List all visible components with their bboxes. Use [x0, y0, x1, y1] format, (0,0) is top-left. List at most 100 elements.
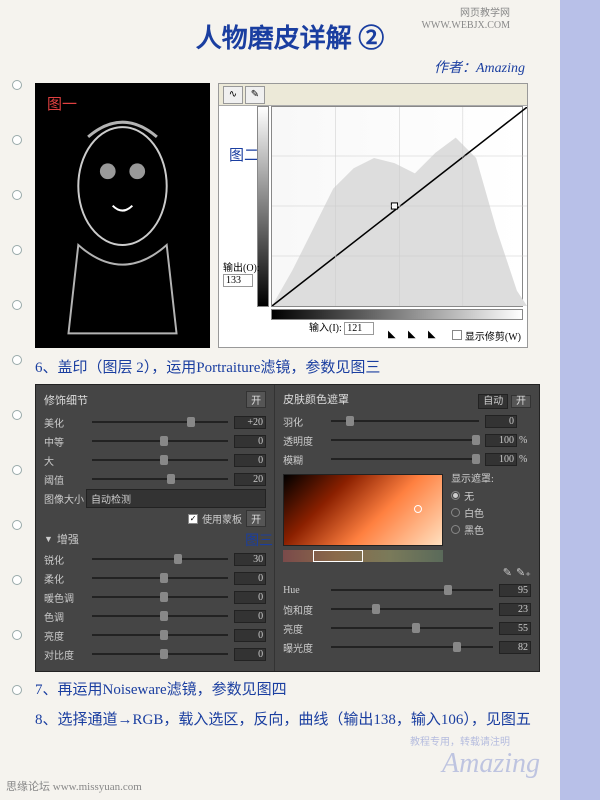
figure-2-curves: 图二 ∿ ✎ 输出( — [218, 83, 528, 348]
radio-icon[interactable] — [451, 508, 460, 517]
slider-label: Hue — [283, 585, 325, 596]
eyedropper-gray-icon[interactable]: ◣ — [408, 329, 422, 343]
slider-track[interactable] — [92, 440, 228, 442]
slider-thumb[interactable] — [160, 455, 168, 465]
slider-row: 模糊 100 % — [283, 451, 531, 467]
skin-mask-title: 皮肤颜色遮罩 — [283, 391, 349, 407]
slider-track[interactable] — [331, 439, 479, 441]
slider-value[interactable]: 20 — [234, 473, 266, 486]
slider-thumb[interactable] — [160, 436, 168, 446]
footer-text: 思缘论坛 www.missyuan.com — [6, 778, 142, 794]
color-picker[interactable] — [283, 474, 443, 546]
eyedropper-plus-icon[interactable]: ✎₊ — [516, 566, 531, 579]
slider-row: 锐化 30 — [44, 551, 266, 567]
slider-thumb[interactable] — [174, 554, 182, 564]
slider-value[interactable]: 23 — [499, 603, 531, 616]
slider-track[interactable] — [331, 608, 493, 610]
radio-icon[interactable] — [451, 525, 460, 534]
slider-value[interactable]: 100 — [485, 434, 517, 447]
slider-thumb[interactable] — [160, 611, 168, 621]
figure-2-label: 图二 — [229, 144, 259, 165]
slider-thumb[interactable] — [444, 585, 452, 595]
slider-value[interactable]: 0 — [234, 572, 266, 585]
slider-thumb[interactable] — [412, 623, 420, 633]
slider-value[interactable]: 0 — [234, 454, 266, 467]
slider-track[interactable] — [92, 558, 228, 560]
slider-value[interactable]: +20 — [234, 416, 266, 429]
slider-track[interactable] — [331, 420, 479, 422]
slider-row: 对比度 0 — [44, 646, 266, 662]
slider-row: 饱和度 23 — [283, 601, 531, 617]
figure-3-label: 图三 — [245, 530, 273, 550]
radio-row[interactable]: 黑色 — [451, 522, 494, 537]
slider-value[interactable]: 0 — [234, 591, 266, 604]
slider-row: 亮度 55 — [283, 620, 531, 636]
image-size-dropdown[interactable]: 自动检测 — [86, 489, 266, 508]
figure-1-svg — [39, 87, 206, 344]
slider-label: 对比度 — [44, 647, 86, 662]
slider-value[interactable]: 100 — [485, 453, 517, 466]
slider-track[interactable] — [331, 458, 479, 460]
auto-dropdown[interactable]: 自动 — [478, 394, 508, 409]
slider-thumb[interactable] — [472, 454, 480, 464]
slider-track[interactable] — [331, 627, 493, 629]
slider-thumb[interactable] — [160, 592, 168, 602]
eyedropper-white-icon[interactable]: ◣ — [428, 329, 442, 343]
radio-row[interactable]: 无 — [451, 488, 494, 503]
slider-thumb[interactable] — [160, 649, 168, 659]
slider-track[interactable] — [92, 478, 228, 480]
slider-thumb[interactable] — [472, 435, 480, 445]
slider-label: 曝光度 — [283, 640, 325, 655]
use-mask-checkbox[interactable]: ✓ — [188, 514, 198, 524]
slider-thumb[interactable] — [167, 474, 175, 484]
slider-value[interactable]: 30 — [234, 553, 266, 566]
slider-value[interactable]: 95 — [499, 584, 531, 597]
slider-value[interactable]: 0 — [234, 435, 266, 448]
curve-tool-icon[interactable]: ∿ — [223, 86, 243, 104]
output-value[interactable]: 133 — [223, 274, 253, 287]
slider-value[interactable]: 0 — [234, 610, 266, 623]
hue-bar[interactable] — [283, 550, 443, 562]
slider-track[interactable] — [92, 421, 228, 423]
slider-track[interactable] — [92, 653, 228, 655]
input-value[interactable]: 121 — [344, 322, 374, 335]
right-on-button[interactable]: 开 — [511, 395, 531, 408]
slider-track[interactable] — [331, 646, 493, 648]
slider-thumb[interactable] — [160, 573, 168, 583]
watermark-main: Amazing — [442, 748, 540, 780]
slider-label: 饱和度 — [283, 602, 325, 617]
expand-arrow-icon[interactable]: ▼ — [44, 534, 53, 544]
slider-row: Hue 95 — [283, 582, 531, 598]
slider-thumb[interactable] — [346, 416, 354, 426]
slider-value[interactable]: 0 — [485, 415, 517, 428]
on-button[interactable]: 开 — [246, 391, 266, 408]
slider-track[interactable] — [92, 577, 228, 579]
slider-thumb[interactable] — [160, 630, 168, 640]
slider-track[interactable] — [92, 596, 228, 598]
slider-thumb[interactable] — [372, 604, 380, 614]
radio-row[interactable]: 白色 — [451, 505, 494, 520]
hue-selection[interactable] — [313, 550, 363, 562]
radio-icon[interactable] — [451, 491, 460, 500]
slider-track[interactable] — [92, 615, 228, 617]
pencil-tool-icon[interactable]: ✎ — [245, 86, 265, 104]
slider-track[interactable] — [92, 459, 228, 461]
watermark-line2: WWW.WEBJX.COM — [421, 20, 510, 32]
checkbox-icon[interactable] — [452, 330, 462, 340]
mask-on-button[interactable]: 开 — [246, 510, 266, 527]
slider-track[interactable] — [92, 634, 228, 636]
eyedropper-black-icon[interactable]: ◣ — [388, 329, 402, 343]
slider-value[interactable]: 55 — [499, 622, 531, 635]
slider-thumb[interactable] — [453, 642, 461, 652]
slider-value[interactable]: 0 — [234, 648, 266, 661]
slider-track[interactable] — [331, 589, 493, 591]
slider-row: 色调 0 — [44, 608, 266, 624]
image-size-label: 图像大小 — [44, 491, 86, 506]
curves-graph[interactable] — [271, 106, 523, 307]
slider-value[interactable]: 82 — [499, 641, 531, 654]
slider-thumb[interactable] — [187, 417, 195, 427]
slider-row: 阈值 20 — [44, 471, 266, 487]
eyedropper-icon[interactable]: ✎ — [503, 566, 512, 579]
slider-value[interactable]: 0 — [234, 629, 266, 642]
show-clip-checkbox[interactable]: 显示修剪(W) — [452, 328, 521, 343]
